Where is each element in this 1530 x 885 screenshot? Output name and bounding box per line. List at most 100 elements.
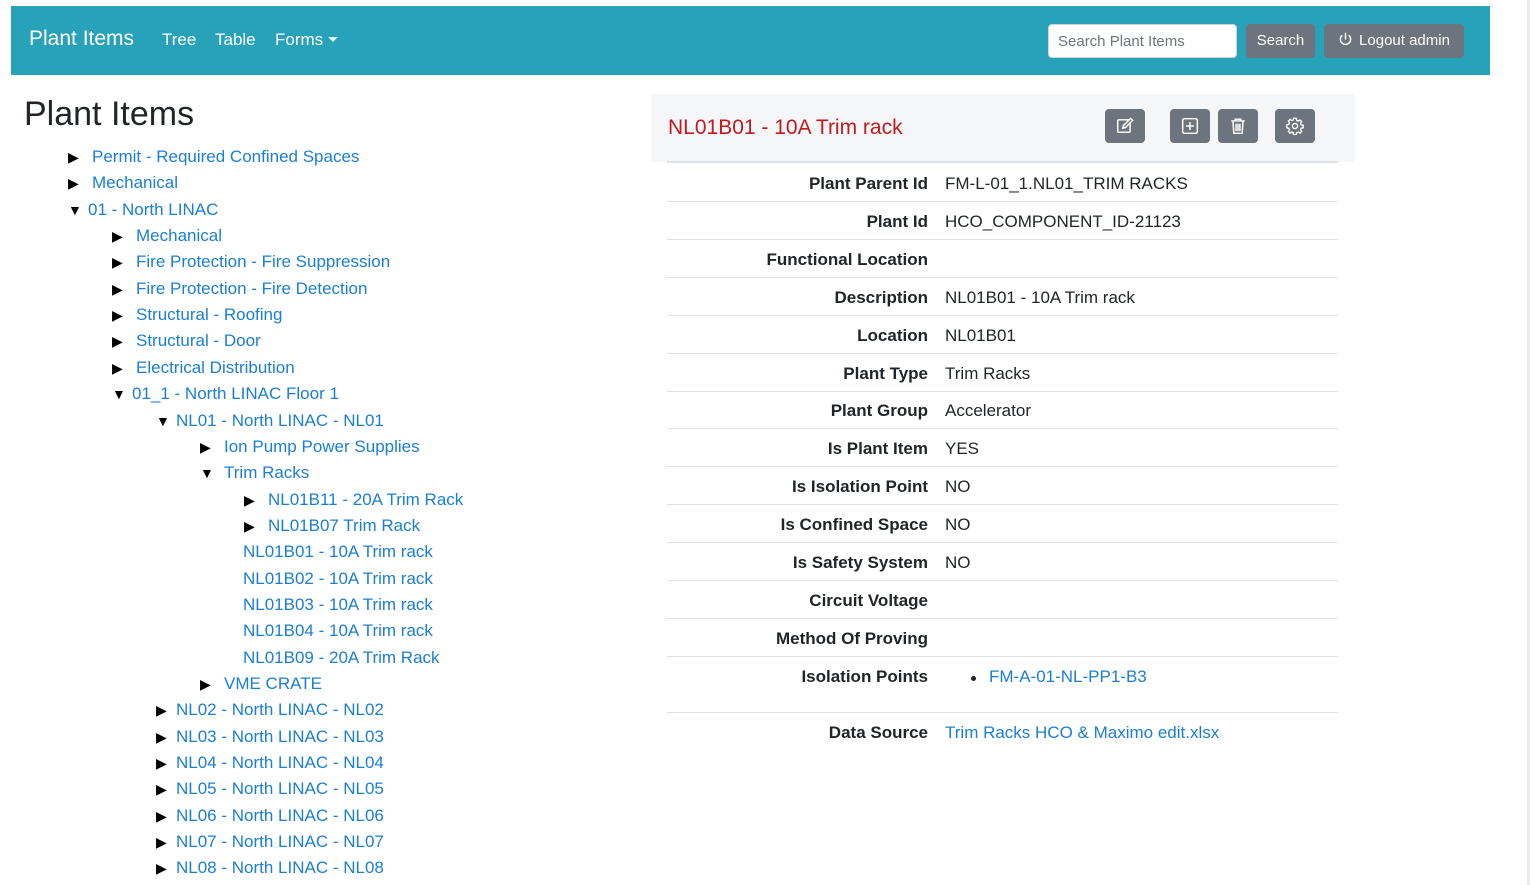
brand-link[interactable]: Plant Items: [29, 27, 134, 51]
tree-item[interactable]: NL01B03 - 10A Trim rack: [0, 594, 600, 618]
tree-item[interactable]: ▶ Ion Pump Power Supplies: [0, 436, 600, 460]
tree-item-link[interactable]: Mechanical: [92, 172, 178, 194]
tree-item-link[interactable]: NL01B01 - 10A Trim rack: [243, 541, 433, 563]
tree-item[interactable]: ▼ 01 - North LINAC: [0, 199, 600, 223]
triangle-right-icon[interactable]: ▶: [68, 172, 79, 194]
tree-item-link[interactable]: Electrical Distribution: [136, 357, 295, 379]
tree-item[interactable]: ▶ Fire Protection - Fire Detection: [0, 278, 600, 302]
tree-item[interactable]: ▶ NL01B11 - 20A Trim Rack: [0, 489, 600, 513]
triangle-right-icon[interactable]: ▶: [244, 489, 255, 511]
search-button[interactable]: Search: [1246, 24, 1315, 58]
tree-item-link[interactable]: NL08 - North LINAC - NL08: [176, 857, 384, 879]
tree-item[interactable]: ▶ NL02 - North LINAC - NL02: [0, 699, 600, 723]
triangle-right-icon[interactable]: ▶: [200, 436, 211, 458]
tree-item-link[interactable]: NL07 - North LINAC - NL07: [176, 831, 384, 853]
triangle-down-icon[interactable]: ▼: [200, 462, 214, 484]
tree-item-link[interactable]: Ion Pump Power Supplies: [224, 436, 420, 458]
add-icon: [1181, 117, 1199, 135]
triangle-right-icon[interactable]: ▶: [112, 330, 123, 352]
tree-item[interactable]: ▶ Structural - Door: [0, 330, 600, 354]
tree-item-link[interactable]: NL01B03 - 10A Trim rack: [243, 594, 433, 616]
nav-tree-link[interactable]: Tree: [162, 30, 196, 50]
tree-item-link[interactable]: NL01 - North LINAC - NL01: [176, 410, 384, 432]
add-button[interactable]: [1170, 109, 1210, 143]
tree-item[interactable]: ▶ Structural - Roofing: [0, 304, 600, 328]
data-source-link[interactable]: Trim Racks HCO & Maximo edit.xlsx: [945, 723, 1219, 743]
tree-item-link[interactable]: NL01B09 - 20A Trim Rack: [243, 647, 440, 669]
isolation-point-link[interactable]: FM-A-01-NL-PP1-B3: [989, 667, 1147, 687]
tree-item[interactable]: ▶ Fire Protection - Fire Suppression: [0, 251, 600, 275]
page-title: Plant Items: [24, 95, 195, 133]
settings-button[interactable]: [1275, 109, 1315, 143]
tree-item-link[interactable]: NL01B04 - 10A Trim rack: [243, 620, 433, 642]
tree-item[interactable]: ▶ Mechanical: [0, 172, 600, 196]
detail-value: HCO_COMPONENT_ID-21123: [945, 212, 1181, 231]
tree-item-link[interactable]: Trim Racks: [224, 462, 309, 484]
detail-value: Trim Racks: [945, 364, 1031, 383]
nav-table-link[interactable]: Table: [215, 30, 256, 50]
detail-row: Is Confined Space NO: [667, 505, 1338, 543]
triangle-down-icon[interactable]: ▼: [112, 383, 126, 405]
tree-item[interactable]: NL01B04 - 10A Trim rack: [0, 620, 600, 644]
detail-value: NL01B01 - 10A Trim rack: [945, 288, 1135, 307]
tree-item[interactable]: NL01B02 - 10A Trim rack: [0, 568, 600, 592]
triangle-right-icon[interactable]: ▶: [156, 699, 167, 721]
tree-item-link[interactable]: NL02 - North LINAC - NL02: [176, 699, 384, 721]
triangle-right-icon[interactable]: ▶: [112, 278, 123, 300]
tree-item[interactable]: ▶ NL05 - North LINAC - NL05: [0, 778, 600, 802]
tree-item-link[interactable]: 01 - North LINAC: [88, 199, 218, 221]
tree-item[interactable]: ▶ NL03 - North LINAC - NL03: [0, 726, 600, 750]
tree-item[interactable]: ▼ Trim Racks: [0, 462, 600, 486]
triangle-right-icon[interactable]: ▶: [112, 357, 123, 379]
detail-title: NL01B01 - 10A Trim rack: [668, 116, 903, 139]
tree-item-link[interactable]: NL01B02 - 10A Trim rack: [243, 568, 433, 590]
tree-item[interactable]: ▶ Electrical Distribution: [0, 357, 600, 381]
triangle-right-icon[interactable]: ▶: [156, 805, 167, 827]
tree-item-link[interactable]: 01_1 - North LINAC Floor 1: [132, 383, 339, 405]
tree-item[interactable]: ▶ VME CRATE: [0, 673, 600, 697]
triangle-right-icon[interactable]: ▶: [156, 831, 167, 853]
triangle-down-icon[interactable]: ▼: [156, 410, 170, 432]
triangle-right-icon[interactable]: ▶: [200, 673, 211, 695]
tree-item[interactable]: ▼ 01_1 - North LINAC Floor 1: [0, 383, 600, 407]
tree-item[interactable]: ▶ NL08 - North LINAC - NL08: [0, 857, 600, 881]
triangle-right-icon[interactable]: ▶: [112, 304, 123, 326]
tree-item[interactable]: ▶ NL06 - North LINAC - NL06: [0, 805, 600, 829]
tree-item-link[interactable]: Structural - Roofing: [136, 304, 282, 326]
tree-item-link[interactable]: NL04 - North LINAC - NL04: [176, 752, 384, 774]
logout-button[interactable]: Logout admin: [1324, 24, 1464, 58]
tree-item[interactable]: ▶ NL01B07 Trim Rack: [0, 515, 600, 539]
tree-item-link[interactable]: NL06 - North LINAC - NL06: [176, 805, 384, 827]
bullet: [971, 676, 976, 681]
tree-item-link[interactable]: Structural - Door: [136, 330, 261, 352]
tree-item-link[interactable]: Fire Protection - Fire Detection: [136, 278, 367, 300]
triangle-right-icon[interactable]: ▶: [156, 726, 167, 748]
triangle-down-icon[interactable]: ▼: [68, 199, 82, 221]
triangle-right-icon[interactable]: ▶: [244, 515, 255, 537]
tree-item[interactable]: ▶ NL07 - North LINAC - NL07: [0, 831, 600, 855]
search-input[interactable]: [1048, 24, 1237, 58]
tree-item[interactable]: ▶ Permit - Required Confined Spaces: [0, 146, 600, 170]
tree-item-link[interactable]: Fire Protection - Fire Suppression: [136, 251, 390, 273]
tree-item-link[interactable]: NL01B11 - 20A Trim Rack: [268, 489, 463, 511]
triangle-right-icon[interactable]: ▶: [68, 146, 79, 168]
tree-item[interactable]: ▼ NL01 - North LINAC - NL01: [0, 410, 600, 434]
triangle-right-icon[interactable]: ▶: [156, 778, 167, 800]
triangle-right-icon[interactable]: ▶: [156, 752, 167, 774]
triangle-right-icon[interactable]: ▶: [112, 251, 123, 273]
tree-item-link[interactable]: Mechanical: [136, 225, 222, 247]
tree-item-link[interactable]: Permit - Required Confined Spaces: [92, 146, 359, 168]
tree-item-link[interactable]: NL05 - North LINAC - NL05: [176, 778, 384, 800]
tree-item[interactable]: ▶ Mechanical: [0, 225, 600, 249]
tree-item-link[interactable]: NL03 - North LINAC - NL03: [176, 726, 384, 748]
edit-button[interactable]: [1105, 109, 1145, 143]
tree-item[interactable]: NL01B01 - 10A Trim rack: [0, 541, 600, 565]
nav-forms-dropdown[interactable]: Forms: [275, 30, 339, 50]
tree-item-link[interactable]: VME CRATE: [224, 673, 322, 695]
tree-item[interactable]: NL01B09 - 20A Trim Rack: [0, 647, 600, 671]
triangle-right-icon[interactable]: ▶: [112, 225, 123, 247]
triangle-right-icon[interactable]: ▶: [156, 857, 167, 879]
tree-item[interactable]: ▶ NL04 - North LINAC - NL04: [0, 752, 600, 776]
delete-button[interactable]: [1218, 109, 1258, 143]
tree-item-link[interactable]: NL01B07 Trim Rack: [268, 515, 420, 537]
